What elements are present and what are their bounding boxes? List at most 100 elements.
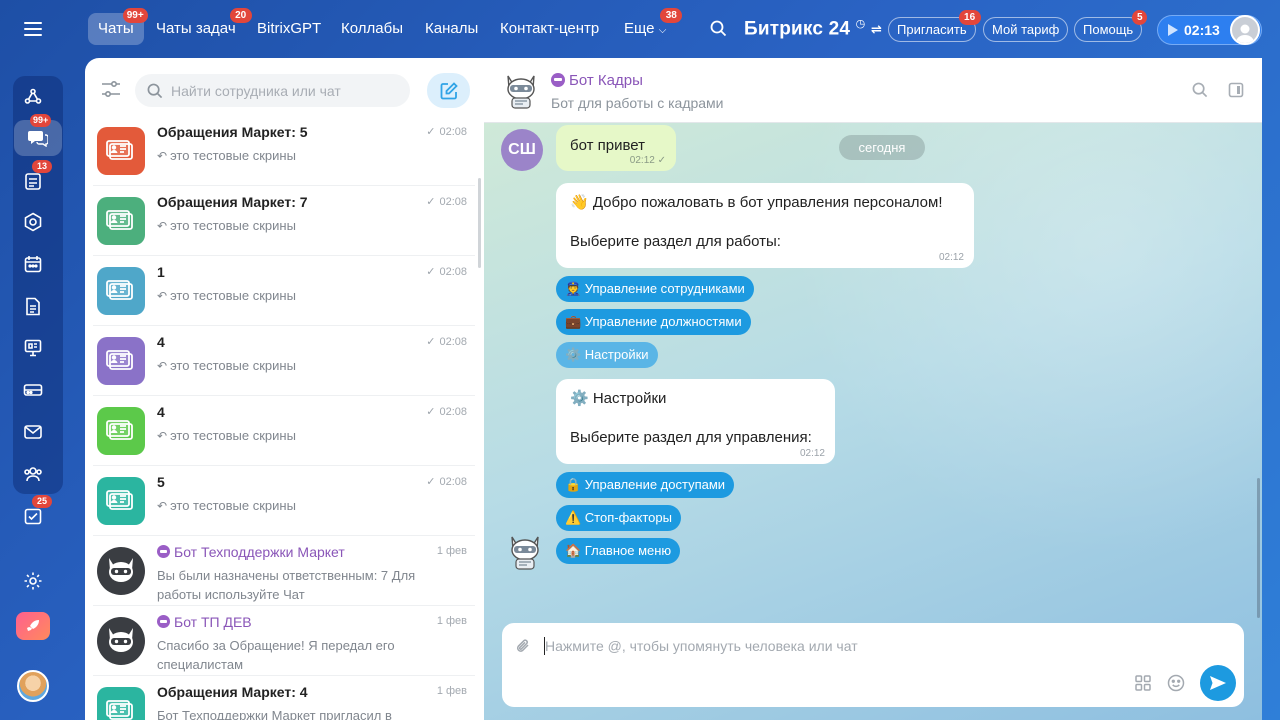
- my-tariff-button[interactable]: Мой тариф: [983, 17, 1069, 42]
- nav-tab-label: Чаты задач: [156, 20, 236, 37]
- user-message-bubble[interactable]: бот привет 02:12 ✓: [556, 125, 676, 171]
- presentation-icon[interactable]: [18, 333, 48, 363]
- chat-item-time: ✓ 02:08: [426, 125, 467, 138]
- kb-stop-factors-button[interactable]: ⚠️ Стоп-факторы: [556, 505, 681, 531]
- kb-main-menu-button[interactable]: 🏠 Главное меню: [556, 538, 681, 564]
- chat-item-title-text: 5: [157, 474, 165, 490]
- chat-item-preview: Спасибо за Обращение! Я передал его спец…: [157, 636, 457, 674]
- apps-grid-icon[interactable]: [1135, 675, 1151, 696]
- chat-list-scrollbar[interactable]: [478, 178, 481, 268]
- chat-item-title-text: Бот ТП ДЕВ: [174, 614, 252, 630]
- mail-icon[interactable]: [18, 417, 48, 447]
- hamburger-menu-icon[interactable]: [22, 18, 44, 40]
- chat-item-time-value: 02:08: [439, 266, 467, 278]
- chat-search[interactable]: [135, 74, 410, 107]
- chat-panel: Бот Кадры Бот для работы с кадрами СШ бо…: [484, 58, 1262, 720]
- chat-list-item[interactable]: Обращения Маркет: 4 Бот Техподдержки Марк…: [93, 676, 475, 720]
- nav-tab-chats[interactable]: Чаты 99+: [88, 8, 148, 45]
- chat-list-item[interactable]: 5 ↶ это тестовые скрины ✓ 02:08: [93, 466, 475, 536]
- chat-item-time: 1 фев: [437, 545, 467, 557]
- reply-arrow-icon: ↶: [157, 219, 168, 233]
- nav-tab-more[interactable]: Еще ⌵ 38: [614, 8, 683, 45]
- help-button[interactable]: Помощь 5: [1074, 10, 1148, 42]
- hexagon-icon[interactable]: [18, 207, 48, 237]
- chat-title[interactable]: Бот Кадры: [551, 72, 643, 89]
- chat-item-time-value: 02:08: [439, 126, 467, 138]
- user-initials-avatar[interactable]: СШ: [501, 129, 543, 171]
- drive-icon[interactable]: [18, 375, 48, 405]
- search-icon: [147, 83, 163, 98]
- chat-title-text: Бот Кадры: [569, 72, 643, 89]
- chat-item-title: Бот Техподдержки Маркет: [157, 544, 345, 560]
- cat-bot-avatar-icon[interactable]: [502, 70, 540, 110]
- chat-list-item[interactable]: Бот Техподдержки Маркет Вы были назначены…: [93, 536, 475, 606]
- read-check-icon: ✓: [426, 126, 436, 138]
- chat-item-time-value: 02:08: [439, 406, 467, 418]
- side-panel-icon[interactable]: [1228, 82, 1244, 103]
- calendar-icon[interactable]: [18, 249, 48, 279]
- rail-checklist-button[interactable]: 25: [18, 495, 52, 531]
- invite-button[interactable]: Пригласить 16: [888, 10, 981, 42]
- kb-manage-access-button[interactable]: 🔒 Управление доступами: [556, 472, 735, 498]
- bot-welcome-message[interactable]: 👋 Добро пожаловать в бот управления перс…: [556, 183, 974, 268]
- team-icon[interactable]: [18, 459, 48, 489]
- nav-tab-bitrixgpt[interactable]: BitrixGPT: [247, 13, 331, 45]
- message-composer[interactable]: Нажмите @, чтобы упомянуть человека или …: [502, 623, 1244, 707]
- kb-settings-button[interactable]: ⚙️ Настройки: [556, 342, 658, 368]
- cat-bot-avatar-icon[interactable]: [506, 531, 544, 571]
- network-icon[interactable]: [18, 82, 48, 112]
- nav-tab-task-chats[interactable]: Чаты задач 20: [146, 8, 252, 45]
- new-chat-button[interactable]: [427, 73, 470, 108]
- chat-item-preview: ↶ это тестовые скрины: [157, 146, 457, 166]
- user-message-time: 02:12 ✓: [630, 155, 666, 166]
- document-icon[interactable]: [18, 291, 48, 321]
- bot-badge-icon: [157, 615, 170, 628]
- emoji-smile-icon[interactable]: [1167, 674, 1185, 697]
- chat-list-item[interactable]: Обращения Маркет: 5 ↶ это тестовые скрины ✓…: [93, 124, 475, 186]
- kb-manage-employees-button[interactable]: 👮 Управление сотрудниками: [556, 276, 754, 302]
- chat-list-item[interactable]: 4 ↶ это тестовые скрины ✓ 02:08: [93, 396, 475, 466]
- brand-logo[interactable]: Битрикс 24 ◷ ⇌: [744, 17, 882, 40]
- chat-list[interactable]: Обращения Маркет: 5 ↶ это тестовые скрины ✓…: [85, 124, 484, 720]
- sliders-icon[interactable]: ⇌: [871, 21, 882, 36]
- invite-badge: 16: [958, 10, 981, 25]
- play-icon: [1168, 24, 1178, 36]
- bot-settings-time: 02:12: [799, 448, 825, 459]
- message-scrollbar[interactable]: [1257, 478, 1260, 618]
- chat-item-preview: ↶ это тестовые скрины: [157, 286, 457, 306]
- contact-card-icon: [97, 127, 145, 175]
- nav-tab-contact-center[interactable]: Контакт-центр: [490, 13, 609, 45]
- chat-list-item[interactable]: 1 ↶ это тестовые скрины ✓ 02:08: [93, 256, 475, 326]
- rail-checklist-badge: 25: [32, 495, 52, 508]
- rail-chats-button[interactable]: 99+: [14, 114, 62, 156]
- nav-tab-collabs[interactable]: Коллабы: [331, 13, 413, 45]
- chat-item-preview-text: это тестовые скрины: [170, 218, 296, 233]
- chat-search-input[interactable]: [171, 82, 391, 99]
- chat-item-title-text: 4: [157, 334, 165, 350]
- chat-list-item[interactable]: Бот ТП ДЕВ Спасибо за Обращение! Я переда…: [93, 606, 475, 676]
- chat-item-time: ✓ 02:08: [426, 335, 467, 348]
- rail-tasks-button[interactable]: 13: [18, 160, 52, 196]
- help-label: Помощь: [1083, 22, 1134, 37]
- send-button[interactable]: [1200, 665, 1236, 701]
- user-avatar-icon[interactable]: [1230, 15, 1260, 45]
- bot-settings-message[interactable]: ⚙️ Настройки Выберите раздел для управле…: [556, 379, 835, 464]
- filter-icon[interactable]: [101, 80, 121, 103]
- search-icon[interactable]: [710, 20, 727, 42]
- chat-list-item[interactable]: Обращения Маркет: 7 ↶ это тестовые скрины ✓…: [93, 186, 475, 256]
- profile-avatar[interactable]: [17, 670, 49, 702]
- nav-tab-channels[interactable]: Каналы: [415, 13, 488, 45]
- kb-manage-positions-button[interactable]: 💼 Управление должностями: [556, 309, 751, 335]
- chat-search-icon[interactable]: [1192, 82, 1208, 103]
- read-check-icon: ✓: [426, 336, 436, 348]
- compose-icon: [440, 81, 458, 99]
- attach-paperclip-icon[interactable]: [516, 638, 530, 659]
- bot-settings-line1: ⚙️ Настройки: [570, 390, 667, 407]
- chat-list-item[interactable]: 4 ↶ это тестовые скрины ✓ 02:08: [93, 326, 475, 396]
- composer-placeholder[interactable]: Нажмите @, чтобы упомянуть человека или …: [545, 638, 858, 654]
- settings-gear-icon[interactable]: [18, 566, 48, 596]
- rocket-icon[interactable]: [16, 612, 50, 640]
- chat-item-preview-text: это тестовые скрины: [170, 358, 296, 373]
- bot-welcome-line1: 👋 Добро пожаловать в бот управления перс…: [570, 194, 943, 211]
